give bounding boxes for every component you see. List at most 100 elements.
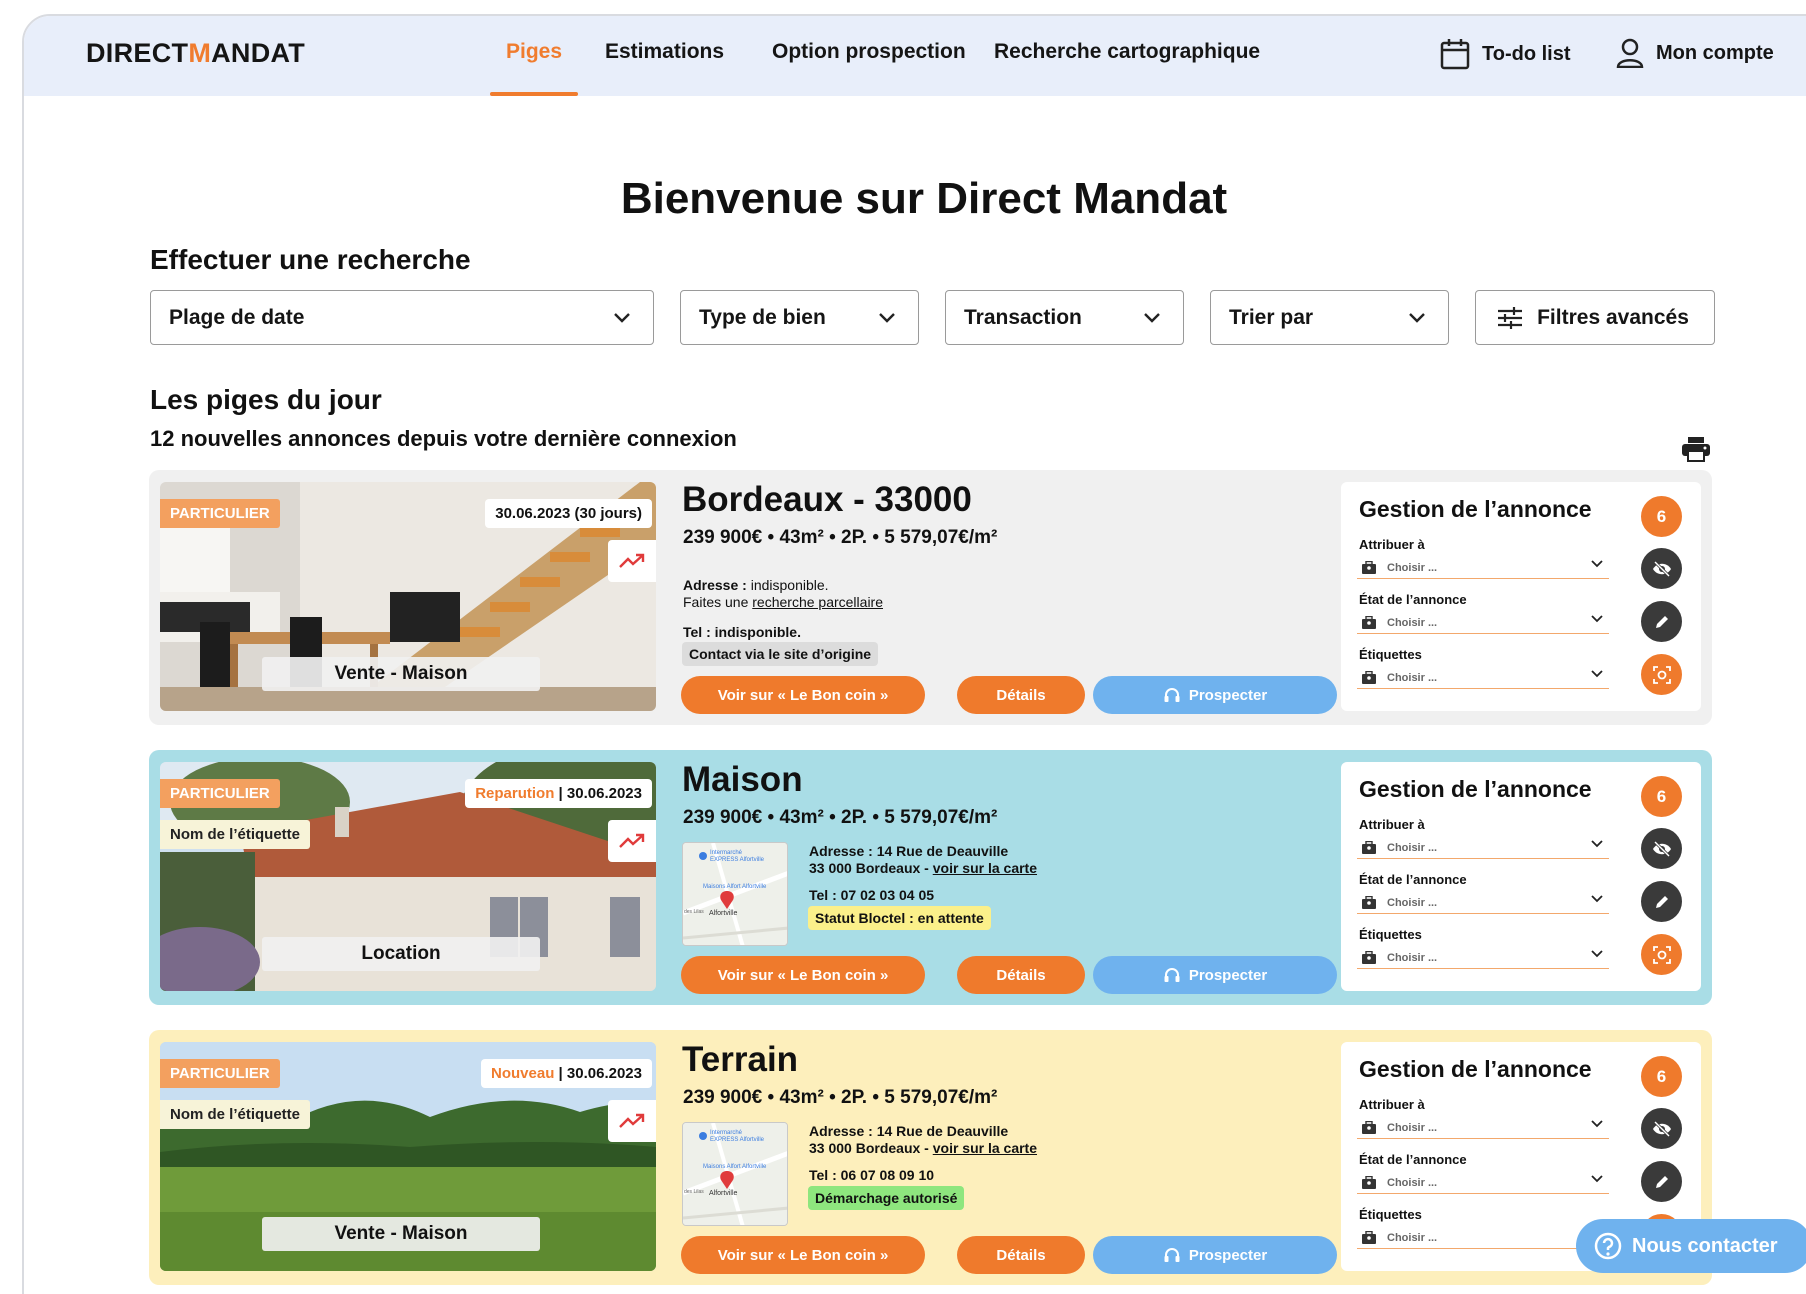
nav-estimations[interactable]: Estimations bbox=[605, 40, 724, 64]
tags-field: Étiquettes Choisir ... bbox=[1357, 1207, 1609, 1249]
tags-select[interactable]: Choisir ... bbox=[1357, 947, 1609, 969]
sort-dropdown[interactable]: Trier par bbox=[1210, 290, 1449, 345]
map-label: EXPRESS Alfortville bbox=[710, 1137, 765, 1143]
nav-option-prospection[interactable]: Option prospection bbox=[772, 40, 966, 64]
scan-face-icon bbox=[1652, 945, 1671, 964]
date-range-dropdown[interactable]: Plage de date bbox=[150, 290, 654, 345]
logo[interactable]: DIRECTMANDAT bbox=[86, 38, 305, 69]
tags-placeholder: Choisir ... bbox=[1387, 671, 1438, 684]
briefcase-user-icon bbox=[1362, 840, 1376, 854]
map-label: des Lilas bbox=[684, 1189, 704, 1195]
address-line2: 33 000 Bordeaux - bbox=[809, 860, 933, 876]
view-on-map-link[interactable]: voir sur la carte bbox=[933, 1140, 1037, 1156]
briefcase-user-icon bbox=[1362, 950, 1376, 964]
advanced-filters-button[interactable]: Filtres avancés bbox=[1475, 290, 1715, 345]
tags-placeholder: Choisir ... bbox=[1387, 1231, 1438, 1244]
chevron-down-icon bbox=[1591, 895, 1603, 903]
assign-to-select[interactable]: Choisir ... bbox=[1357, 837, 1609, 859]
notification-count-badge[interactable]: 6 bbox=[1641, 776, 1682, 817]
view-on-site-button[interactable]: Voir sur « Le Bon coin » bbox=[681, 956, 925, 994]
contact-us-label: Nous contacter bbox=[1632, 1234, 1778, 1257]
help-circle-icon bbox=[1594, 1232, 1622, 1260]
property-type-dropdown[interactable]: Type de bien bbox=[680, 290, 919, 345]
hide-listing-button[interactable] bbox=[1641, 828, 1682, 869]
listing-state-label: État de l’annonce bbox=[1359, 872, 1467, 887]
edit-listing-button[interactable] bbox=[1641, 881, 1682, 922]
page-title: Bienvenue sur Direct Mandat bbox=[620, 174, 1228, 223]
pencil-icon bbox=[1655, 615, 1668, 628]
assign-to-select[interactable]: Choisir ... bbox=[1357, 557, 1609, 579]
details-button[interactable]: Détails bbox=[957, 1236, 1085, 1274]
sliders-icon bbox=[1498, 306, 1523, 329]
listing-photo[interactable]: PARTICULIER Nom de l’étiquette Reparutio… bbox=[160, 762, 656, 991]
eye-off-icon bbox=[1652, 1120, 1671, 1137]
chevron-down-icon bbox=[1591, 1175, 1603, 1183]
details-button[interactable]: Détails bbox=[957, 956, 1085, 994]
headset-icon bbox=[1164, 688, 1180, 702]
chevron-down-icon bbox=[614, 312, 630, 323]
view-on-map-link[interactable]: voir sur la carte bbox=[933, 860, 1037, 876]
nav-recherche-cartographique[interactable]: Recherche cartographique bbox=[994, 40, 1260, 64]
tags-select[interactable]: Choisir ... bbox=[1357, 667, 1609, 689]
print-icon[interactable] bbox=[1681, 436, 1711, 462]
listing-title: Bordeaux - 33000 bbox=[682, 480, 972, 519]
chevron-down-icon bbox=[1591, 670, 1603, 678]
prospect-button[interactable]: Prospecter bbox=[1093, 1236, 1337, 1274]
contact-status-chip: Contact via le site d’origine bbox=[682, 642, 879, 666]
view-on-site-button[interactable]: Voir sur « Le Bon coin » bbox=[681, 676, 925, 714]
view-on-site-button[interactable]: Voir sur « Le Bon coin » bbox=[681, 1236, 925, 1274]
assign-to-placeholder: Choisir ... bbox=[1387, 561, 1438, 574]
tags-select[interactable]: Choisir ... bbox=[1357, 1227, 1609, 1249]
prospect-button[interactable]: Prospecter bbox=[1093, 676, 1337, 714]
listing-state-select[interactable]: Choisir ... bbox=[1357, 612, 1609, 634]
parcel-search-link[interactable]: recherche parcellaire bbox=[752, 594, 883, 610]
hide-listing-button[interactable] bbox=[1641, 1108, 1682, 1149]
details-button[interactable]: Détails bbox=[957, 676, 1085, 714]
prospect-button[interactable]: Prospecter bbox=[1093, 956, 1337, 994]
tags-label: Étiquettes bbox=[1359, 647, 1422, 662]
nav-piges[interactable]: Piges bbox=[506, 40, 562, 64]
edit-listing-button[interactable] bbox=[1641, 1161, 1682, 1202]
price-trend-button[interactable] bbox=[608, 540, 656, 582]
contact-us-button[interactable]: Nous contacter bbox=[1576, 1219, 1806, 1273]
transaction-dropdown[interactable]: Transaction bbox=[945, 290, 1184, 345]
map-label: Alfortville bbox=[709, 910, 738, 917]
address-label: Adresse : 14 Rue de Deauville bbox=[809, 1123, 1009, 1139]
address-line2: Faites une bbox=[683, 594, 753, 610]
tags-field: Étiquettes Choisir ... bbox=[1357, 647, 1609, 689]
chevron-down-icon bbox=[1409, 312, 1425, 323]
account-button[interactable]: Mon compte bbox=[1616, 38, 1774, 68]
scan-face-icon bbox=[1652, 665, 1671, 684]
sort-label: Trier par bbox=[1229, 305, 1314, 329]
map-label: Alfortville bbox=[709, 1190, 738, 1197]
map-thumbnail[interactable]: Intermarché EXPRESS Alfortville Maisons … bbox=[682, 842, 788, 946]
map-thumbnail[interactable]: Intermarché EXPRESS Alfortville Maisons … bbox=[682, 1122, 788, 1226]
listing-state-placeholder: Choisir ... bbox=[1387, 616, 1438, 629]
price-trend-button[interactable] bbox=[608, 820, 656, 862]
notification-count-badge[interactable]: 6 bbox=[1641, 1056, 1682, 1097]
listing-card-3: PARTICULIER Nom de l’étiquette Nouveau |… bbox=[149, 1030, 1712, 1285]
listing-date: 30.06.2023 bbox=[566, 1065, 642, 1082]
assign-to-select[interactable]: Choisir ... bbox=[1357, 1117, 1609, 1139]
listing-photo[interactable]: PARTICULIER 30.06.2023 (30 jours) Vente … bbox=[160, 482, 656, 711]
listing-price-line: 239 900€ • 43m² • 2P. • 5 579,07€/m² bbox=[683, 527, 998, 548]
hide-listing-button[interactable] bbox=[1641, 548, 1682, 589]
edit-listing-button[interactable] bbox=[1641, 601, 1682, 642]
address-label: Adresse : 14 Rue de Deauville bbox=[809, 843, 1009, 859]
seller-type-badge: PARTICULIER bbox=[160, 779, 280, 808]
headset-icon bbox=[1164, 968, 1180, 982]
scan-button[interactable] bbox=[1641, 654, 1682, 695]
chevron-down-icon bbox=[1591, 560, 1603, 568]
trending-up-icon bbox=[619, 833, 645, 848]
listing-photo[interactable]: PARTICULIER Nom de l’étiquette Nouveau |… bbox=[160, 1042, 656, 1271]
price-trend-button[interactable] bbox=[608, 1100, 656, 1142]
map-label: Intermarché bbox=[710, 1130, 743, 1136]
todo-list-button[interactable]: To-do list bbox=[1440, 38, 1571, 70]
prospect-label: Prospecter bbox=[1188, 1246, 1268, 1264]
listing-state-select[interactable]: Choisir ... bbox=[1357, 892, 1609, 914]
scan-button[interactable] bbox=[1641, 934, 1682, 975]
notification-count-badge[interactable]: 6 bbox=[1641, 496, 1682, 537]
listing-state-select[interactable]: Choisir ... bbox=[1357, 1172, 1609, 1194]
panel-title: Gestion de l’annonce bbox=[1359, 776, 1592, 802]
listing-date: 30.06.2023 bbox=[566, 785, 642, 802]
